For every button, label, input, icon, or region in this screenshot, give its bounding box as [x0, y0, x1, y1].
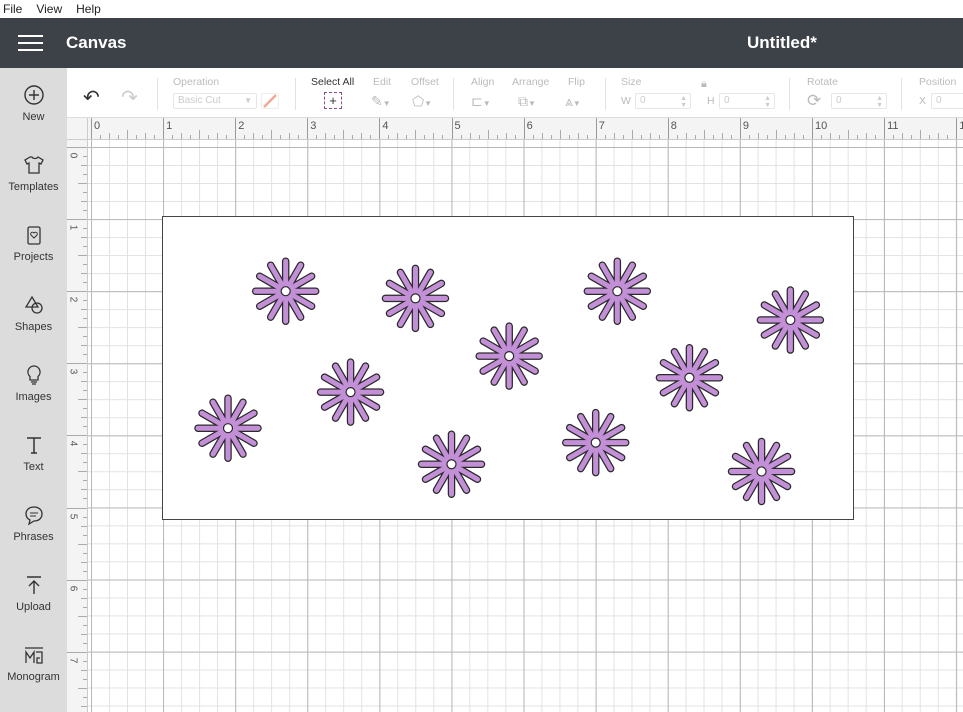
app-title: Canvas	[66, 33, 127, 52]
menu-file[interactable]: File	[3, 2, 22, 16]
ruler-label-h: 3	[310, 120, 317, 132]
ruler-corner	[67, 118, 88, 140]
sidebar-item-label: Images	[15, 390, 52, 403]
ruler-label-h: 4	[382, 120, 389, 132]
ruler-label-v: 2	[67, 296, 79, 303]
lightbulb-icon	[26, 364, 41, 385]
ruler-label-h: 7	[598, 120, 605, 132]
ruler-label-v: 7	[67, 657, 79, 663]
projects-icon	[26, 225, 41, 245]
height-label: H	[707, 95, 715, 107]
height-value: 0	[724, 95, 730, 106]
header: Canvas Untitled*	[0, 18, 963, 68]
design-background-rect[interactable]	[162, 216, 854, 520]
lock-icon[interactable]: 🔒︎	[701, 78, 707, 91]
flip-icon[interactable]: ⩓▼	[565, 93, 581, 110]
ruler-label-h: 6	[526, 120, 533, 132]
sidebar-item-phrases[interactable]: Phrases	[0, 488, 67, 558]
flip-label: Flip	[568, 76, 585, 88]
ruler-label-v: 4	[67, 441, 79, 447]
menu-view[interactable]: View	[36, 2, 62, 16]
vertical-ruler: 0 1 2 3 4 5 6 7	[67, 140, 88, 712]
sidebar-item-label: Monogram	[7, 670, 60, 683]
align-label: Align	[471, 76, 495, 88]
ruler-label-h: 9	[742, 120, 750, 132]
sidebar-item-monogram[interactable]: Monogram	[0, 628, 67, 698]
ruler-label-h: 2	[238, 120, 245, 132]
ruler-label-h: 12	[959, 120, 963, 132]
x-input[interactable]: 0	[931, 93, 963, 109]
menu-help[interactable]: Help	[76, 2, 101, 16]
ruler-label-v: 5	[67, 513, 79, 519]
operation-value: Basic Cut	[178, 95, 221, 106]
plus-circle-icon	[23, 84, 44, 105]
document-title[interactable]: Untitled*	[747, 33, 817, 53]
ruler-label-h: 8	[670, 120, 677, 132]
rotate-label: Rotate	[807, 76, 838, 88]
text-icon	[26, 436, 41, 454]
sidebar-item-label: New	[22, 110, 45, 123]
menu-bar: File View Help	[0, 0, 963, 18]
position-label: Position	[919, 76, 957, 88]
sidebar-item-label: Shapes	[14, 320, 53, 333]
x-label: X	[919, 95, 927, 107]
horizontal-ruler: 0123456789101112	[88, 118, 963, 140]
select-all-label: Select All	[311, 76, 355, 88]
monogram-icon	[24, 646, 43, 664]
ruler-label-h: 10	[815, 120, 828, 132]
rotate-value: 0	[836, 95, 842, 106]
operation-label: Operation	[173, 76, 220, 88]
arrange-icon[interactable]: ⧉▼	[518, 93, 536, 110]
upload-icon	[26, 575, 41, 594]
sidebar-item-label: Projects	[13, 250, 54, 263]
operation-select[interactable]: Basic Cut ▼	[173, 93, 257, 109]
edit-pencil-icon[interactable]: ✎▼	[371, 93, 391, 110]
sidebar-item-upload[interactable]: Upload	[0, 558, 67, 628]
ruler-label-v: 0	[67, 152, 79, 159]
ruler-label-v: 6	[67, 585, 79, 591]
offset-icon[interactable]: ⬠▼	[412, 93, 432, 110]
sidebar: New Templates Projects Shapes Images Tex…	[0, 68, 67, 712]
width-input[interactable]: 0 ▲ ▼	[635, 93, 691, 109]
size-label: Size	[621, 76, 642, 88]
arrange-label: Arrange	[512, 76, 550, 88]
ruler-label-v: 3	[67, 369, 79, 375]
width-label: W	[621, 95, 631, 107]
edit-label: Edit	[373, 76, 392, 88]
ruler-label-v: 1	[67, 224, 79, 231]
speech-bubble-icon	[24, 505, 43, 525]
ruler-label-h: 0	[94, 120, 101, 132]
sidebar-item-text[interactable]: Text	[0, 418, 67, 488]
hamburger-menu-icon[interactable]	[18, 35, 43, 51]
sidebar-item-images[interactable]: Images	[0, 348, 67, 418]
x-value: 0	[936, 95, 942, 106]
linetype-color-button[interactable]	[261, 93, 279, 109]
sidebar-item-new[interactable]: New	[0, 68, 67, 138]
ruler-label-h: 1	[166, 120, 173, 132]
shirt-icon	[23, 155, 44, 174]
ruler-label-h: 11	[887, 120, 899, 132]
sidebar-item-shapes[interactable]: Shapes	[0, 278, 67, 348]
sidebar-item-templates[interactable]: Templates	[0, 138, 67, 208]
toolbar: ↶ ↷ Operation Basic Cut ▼ Select All + Ed…	[67, 68, 963, 118]
rotate-icon: ⟳	[807, 91, 822, 110]
height-input[interactable]: 0 ▲ ▼	[719, 93, 775, 109]
sidebar-item-label: Text	[23, 460, 44, 473]
width-value: 0	[640, 95, 646, 106]
sidebar-item-projects[interactable]: Projects	[0, 208, 67, 278]
offset-label: Offset	[411, 76, 439, 88]
align-icon[interactable]: ⊏▼	[471, 93, 491, 110]
shapes-icon	[24, 295, 43, 314]
ruler-label-h: 5	[454, 120, 461, 132]
sidebar-item-label: Upload	[16, 600, 51, 613]
rotate-input[interactable]: 0 ▲ ▼	[831, 93, 887, 109]
sidebar-item-label: Phrases	[13, 530, 54, 543]
select-all-button[interactable]: +	[324, 92, 342, 109]
sidebar-item-label: Templates	[8, 180, 59, 193]
